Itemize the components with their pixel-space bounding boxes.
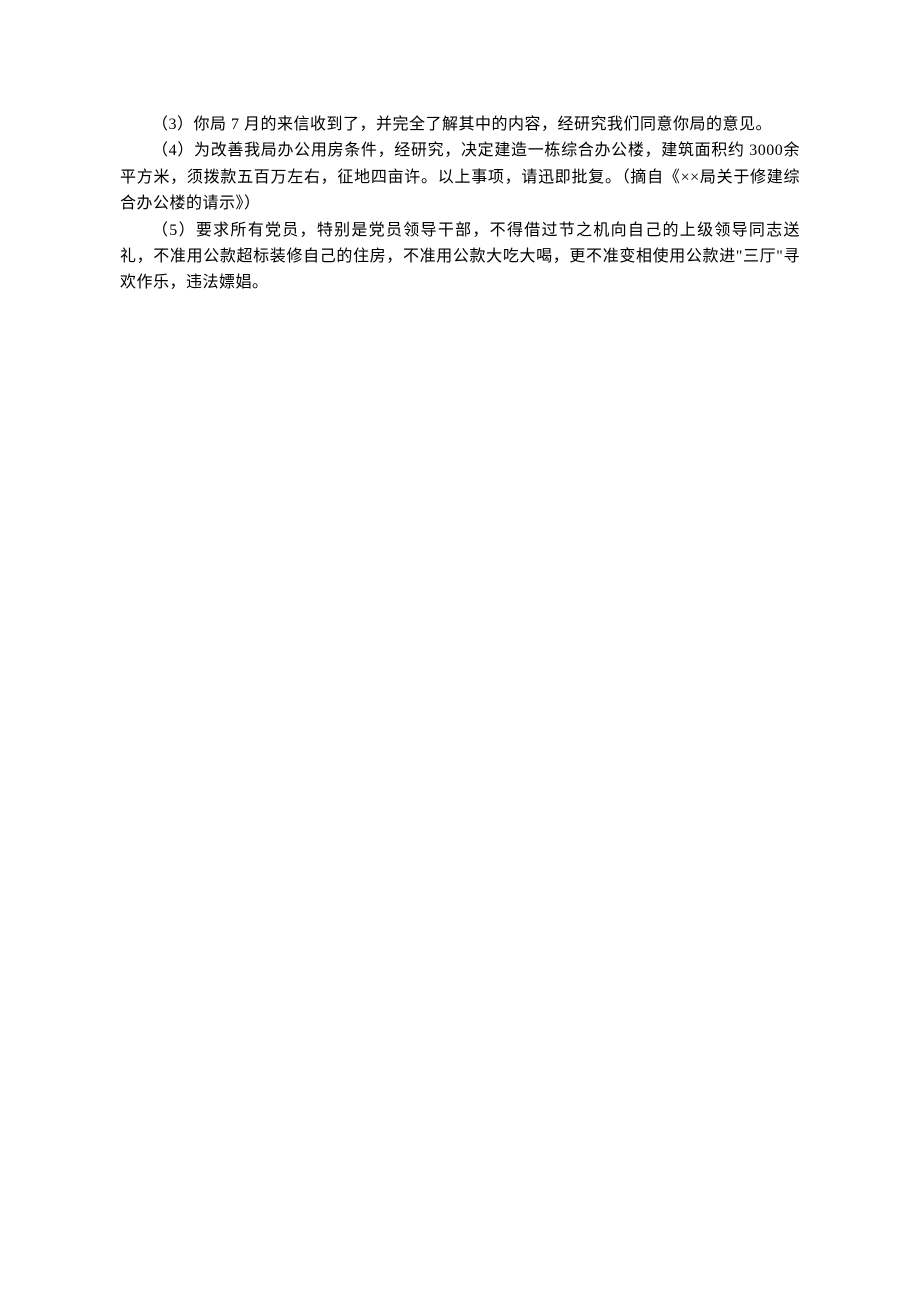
paragraph-item-3: （3）你局 7 月的来信收到了，并完全了解其中的内容，经研究我们同意你局的意见。 xyxy=(120,112,800,138)
paragraph-item-5: （5）要求所有党员，特别是党员领导干部，不得借过节之机向自己的上级领导同志送礼，… xyxy=(120,218,800,297)
document-content: （3）你局 7 月的来信收到了，并完全了解其中的内容，经研究我们同意你局的意见。… xyxy=(120,112,800,297)
paragraph-item-4: （4）为改善我局办公用房条件，经研究，决定建造一栋综合办公楼，建筑面积约 300… xyxy=(120,138,800,217)
